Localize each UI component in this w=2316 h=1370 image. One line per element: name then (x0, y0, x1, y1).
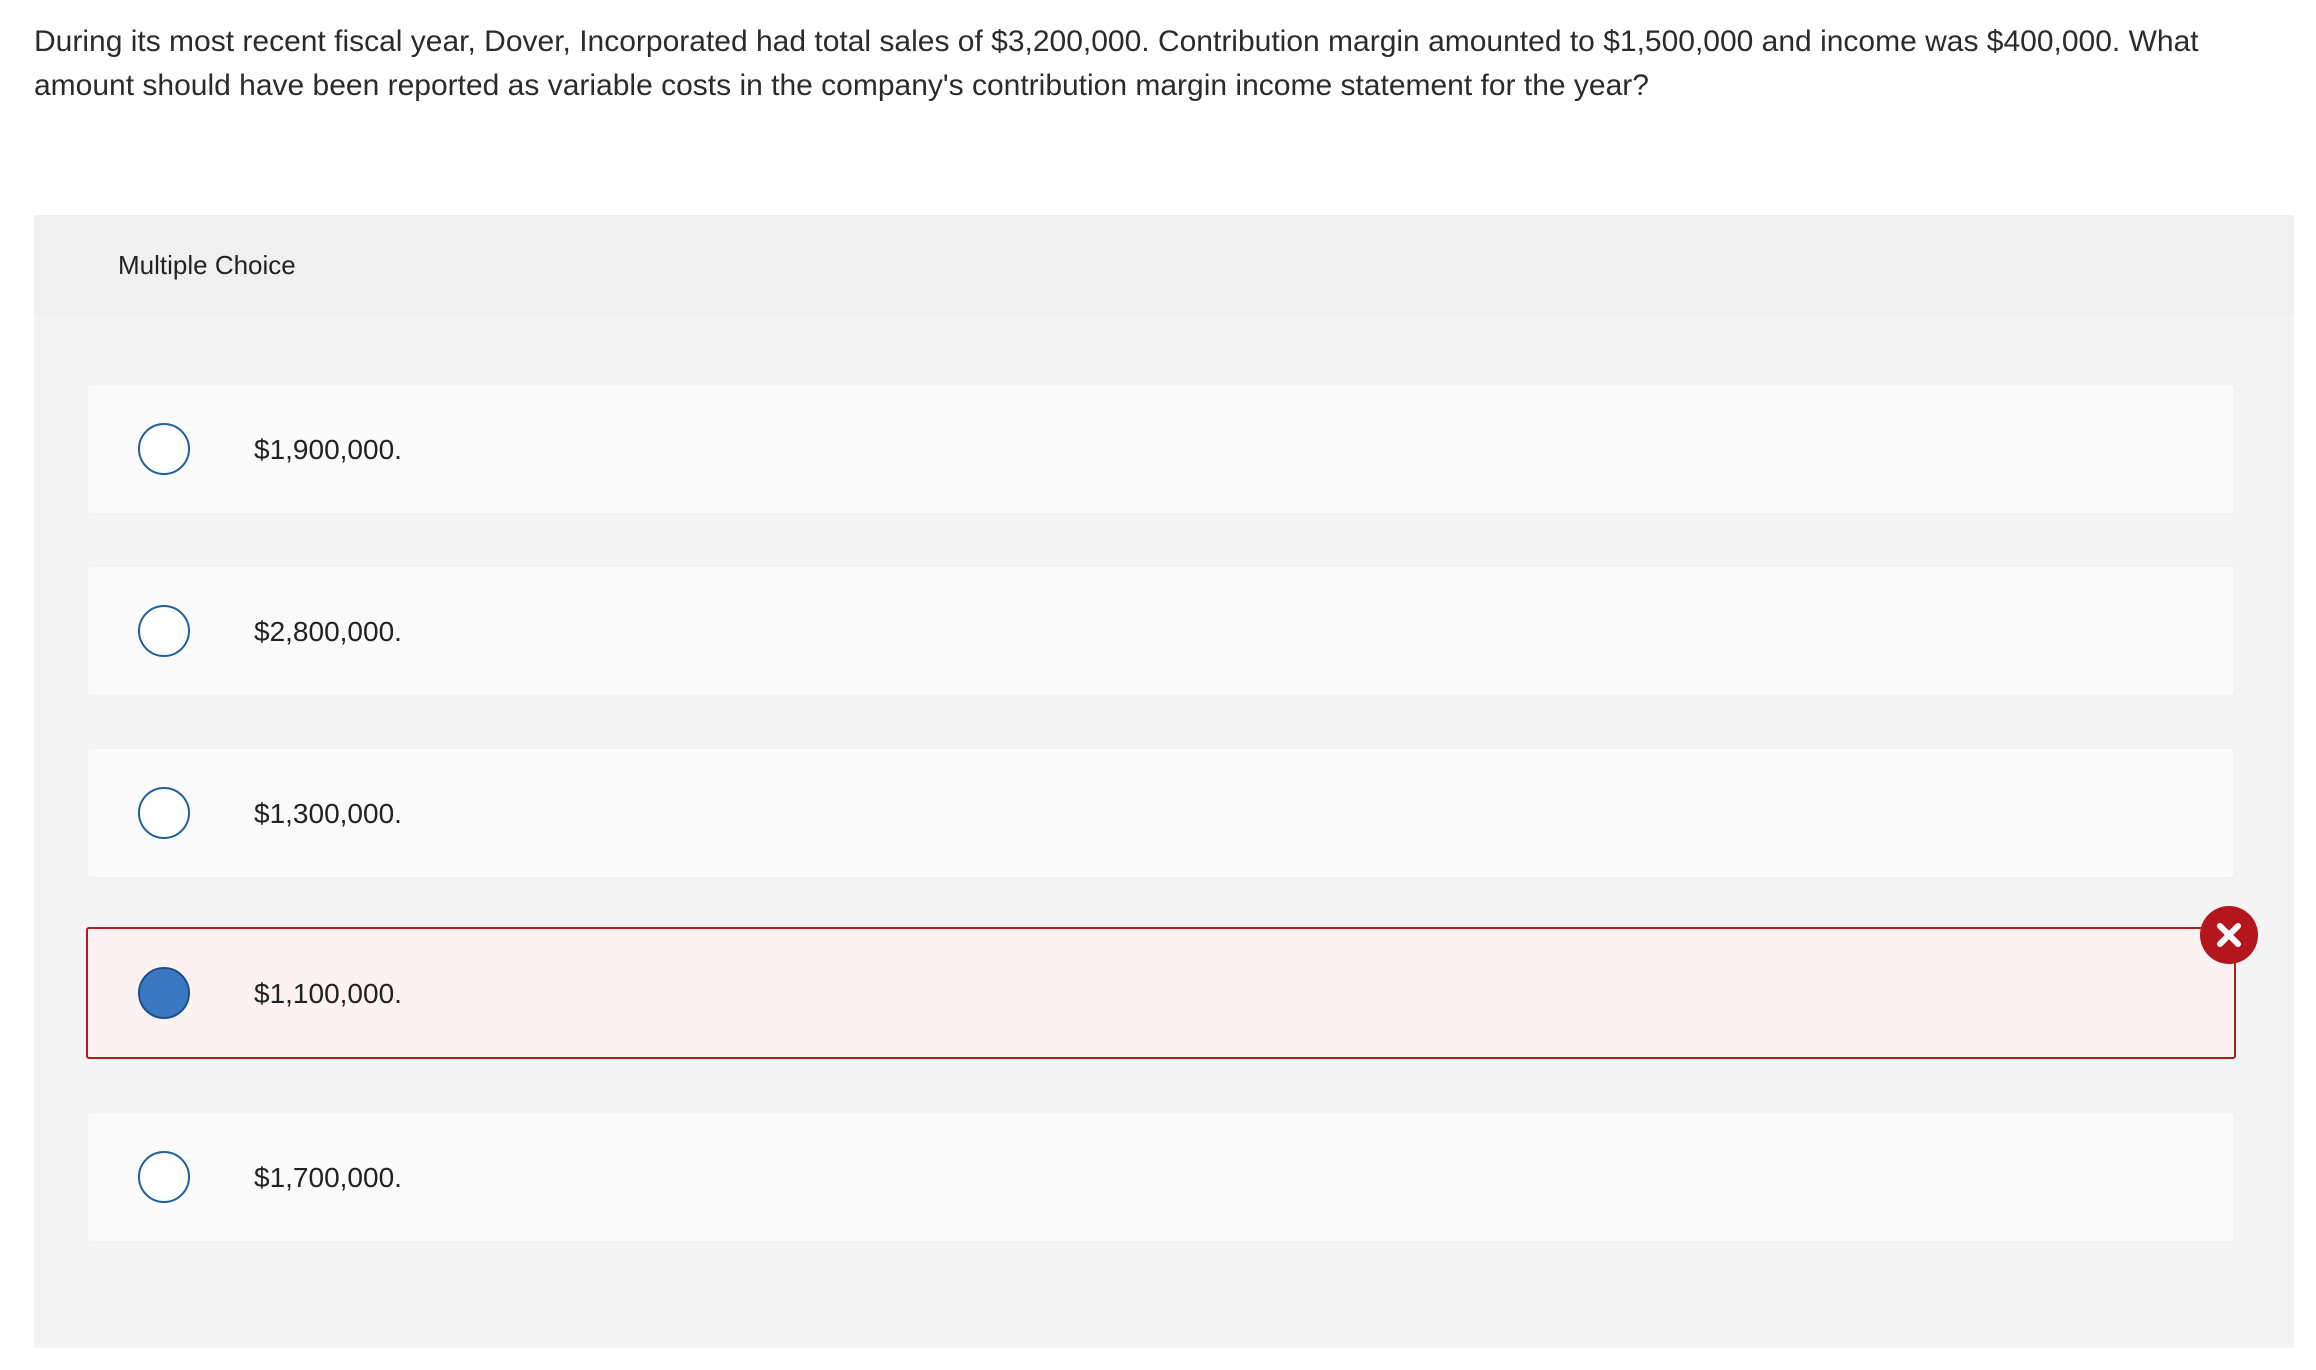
radio-button-3[interactable] (138, 787, 190, 839)
radio-button-1[interactable] (138, 423, 190, 475)
choice-option-1[interactable]: $1,900,000. (86, 383, 2236, 515)
panel-title: Multiple Choice (118, 250, 296, 280)
question-text: During its most recent fiscal year, Dove… (34, 25, 2199, 102)
radio-button-2[interactable] (138, 605, 190, 657)
close-icon (2217, 923, 2241, 947)
choice-option-3[interactable]: $1,300,000. (86, 747, 2236, 879)
choice-label-5: $1,700,000. (254, 1162, 402, 1193)
choice-label-3: $1,300,000. (254, 798, 402, 829)
radio-button-4-selected[interactable] (138, 967, 190, 1019)
radio-button-5[interactable] (138, 1151, 190, 1203)
panel-header: Multiple Choice (34, 215, 2294, 315)
choice-option-5[interactable]: $1,700,000. (86, 1111, 2236, 1243)
multiple-choice-panel: Multiple Choice $1,900,000. $2,800,000. … (34, 215, 2294, 1348)
choice-label-1: $1,900,000. (254, 434, 402, 465)
incorrect-badge (2200, 906, 2258, 964)
choice-option-4-incorrect[interactable]: $1,100,000. (86, 927, 2236, 1059)
question-page: During its most recent fiscal year, Dove… (0, 0, 2316, 1370)
choice-label-4: $1,100,000. (254, 978, 402, 1009)
choice-option-2[interactable]: $2,800,000. (86, 565, 2236, 697)
choice-label-2: $2,800,000. (254, 616, 402, 647)
